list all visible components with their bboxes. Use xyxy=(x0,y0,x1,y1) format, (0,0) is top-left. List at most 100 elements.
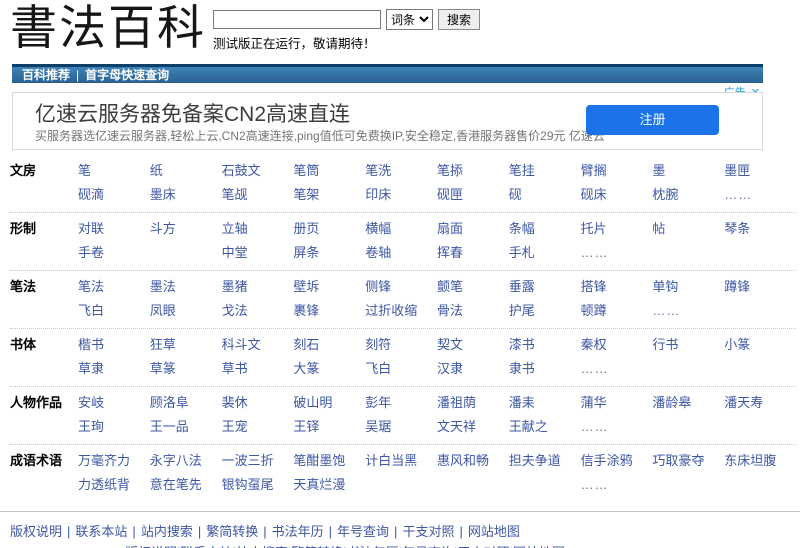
entry-link[interactable]: 草篆 xyxy=(150,361,222,376)
entry-link[interactable]: 护尾 xyxy=(509,303,581,318)
entry-link[interactable]: 万毫齐力 xyxy=(78,453,150,468)
entry-link[interactable]: 笔法 xyxy=(78,279,150,294)
footer-link-0[interactable]: 版权说明 xyxy=(10,524,62,539)
entry-link[interactable]: 飞白 xyxy=(365,361,437,376)
entry-link[interactable]: 惠风和畅 xyxy=(437,453,509,468)
entry-link[interactable]: 条幅 xyxy=(509,221,581,236)
entry-link[interactable]: 斗方 xyxy=(150,221,222,236)
entry-link[interactable]: 立轴 xyxy=(222,221,294,236)
entry-link[interactable]: 托片 xyxy=(581,221,653,236)
entry-link[interactable]: 巧取豪夺 xyxy=(652,453,724,468)
entry-link[interactable]: 砚滴 xyxy=(78,187,150,202)
entry-link[interactable]: 枕腕 xyxy=(652,187,724,202)
entry-link[interactable]: 刻石 xyxy=(293,337,365,352)
entry-link[interactable]: 屏条 xyxy=(293,245,365,260)
entry-link[interactable]: 银钩虿尾 xyxy=(222,477,294,492)
entry-link[interactable]: 印床 xyxy=(365,187,437,202)
entry-link[interactable]: 草书 xyxy=(222,361,294,376)
entry-link[interactable]: 裴休 xyxy=(222,395,294,410)
entry-link[interactable]: 王一品 xyxy=(150,419,222,434)
entry-link[interactable]: 横幅 xyxy=(365,221,437,236)
entry-link[interactable]: 笔架 xyxy=(293,187,365,202)
entry-link[interactable]: 裹锋 xyxy=(293,303,365,318)
entry-link[interactable]: 刻符 xyxy=(365,337,437,352)
entry-link[interactable]: 科斗文 xyxy=(222,337,294,352)
footer-link-4[interactable]: 书法年历 xyxy=(272,524,324,539)
entry-link[interactable]: 墨床 xyxy=(150,187,222,202)
entry-link[interactable]: 破山明 xyxy=(293,395,365,410)
entry-link[interactable]: 册页 xyxy=(293,221,365,236)
entry-link[interactable]: 飞白 xyxy=(78,303,150,318)
entry-link[interactable]: 琴条 xyxy=(724,221,796,236)
entry-link[interactable]: 墨猪 xyxy=(222,279,294,294)
entry-link[interactable]: 潘祖荫 xyxy=(437,395,509,410)
entry-link[interactable]: 大篆 xyxy=(293,361,365,376)
entry-link[interactable]: 砚 xyxy=(509,187,581,202)
entry-link[interactable]: 垂露 xyxy=(509,279,581,294)
entry-link[interactable]: 永字八法 xyxy=(150,453,222,468)
entry-link[interactable]: 手札 xyxy=(509,245,581,260)
entry-link[interactable]: 彭年 xyxy=(365,395,437,410)
entry-link[interactable]: 隶书 xyxy=(509,361,581,376)
entry-link[interactable]: 一波三折 xyxy=(222,453,294,468)
entry-link[interactable]: 帖 xyxy=(652,221,724,236)
entry-link[interactable]: 中堂 xyxy=(222,245,294,260)
entry-link[interactable]: 凤眼 xyxy=(150,303,222,318)
entry-link[interactable]: 草隶 xyxy=(78,361,150,376)
entry-link[interactable]: 天真烂漫 xyxy=(293,477,365,492)
entry-link[interactable]: 笔 xyxy=(78,163,150,178)
ad-register-button[interactable]: 注册 xyxy=(586,105,719,135)
footer-link-6[interactable]: 干支对照 xyxy=(402,524,454,539)
entry-link[interactable]: 搭锋 xyxy=(581,279,653,294)
entry-link[interactable]: 狂草 xyxy=(150,337,222,352)
entry-link[interactable]: 壁坼 xyxy=(293,279,365,294)
entry-link[interactable]: 墨 xyxy=(652,163,724,178)
entry-link[interactable]: 计白当黑 xyxy=(365,453,437,468)
entry-link[interactable]: 颤笔 xyxy=(437,279,509,294)
entry-link[interactable]: 纸 xyxy=(150,163,222,178)
footer-link-2[interactable]: 站内搜索 xyxy=(141,524,193,539)
entry-link[interactable]: 小篆 xyxy=(724,337,796,352)
entry-link[interactable]: 侧锋 xyxy=(365,279,437,294)
search-input[interactable] xyxy=(213,10,381,29)
entry-link[interactable]: 楷书 xyxy=(78,337,150,352)
footer-link-7[interactable]: 网站地图 xyxy=(468,524,520,539)
search-type-select[interactable]: 词条 xyxy=(386,9,433,30)
entry-link[interactable]: 扇面 xyxy=(437,221,509,236)
entry-link[interactable]: 顿蹲 xyxy=(581,303,653,318)
entry-link[interactable]: 王珣 xyxy=(78,419,150,434)
entry-link[interactable]: 信手涂鸦 xyxy=(581,453,653,468)
footer-link-5[interactable]: 年号查询 xyxy=(337,524,389,539)
entry-link[interactable]: 挥春 xyxy=(437,245,509,260)
entry-link[interactable]: 顾洛阜 xyxy=(150,395,222,410)
entry-link[interactable]: 笔洗 xyxy=(365,163,437,178)
entry-link[interactable]: 墨法 xyxy=(150,279,222,294)
entry-link[interactable]: 笔觇 xyxy=(222,187,294,202)
entry-link[interactable]: 手卷 xyxy=(78,245,150,260)
entry-link[interactable]: 砚匣 xyxy=(437,187,509,202)
entry-link[interactable]: 吴琚 xyxy=(365,419,437,434)
entry-link[interactable]: 过折收缩 xyxy=(365,303,437,318)
entry-link[interactable]: 臂搁 xyxy=(581,163,653,178)
entry-link[interactable]: 王宠 xyxy=(222,419,294,434)
entry-link[interactable]: 对联 xyxy=(78,221,150,236)
footer-link-3[interactable]: 繁简转换 xyxy=(206,524,258,539)
entry-link[interactable]: 担夫争道 xyxy=(509,453,581,468)
footer-link-1[interactable]: 联系本站 xyxy=(75,524,127,539)
entry-link[interactable]: 笔酣墨饱 xyxy=(293,453,365,468)
entry-link[interactable]: 潘龄皋 xyxy=(652,395,724,410)
entry-link[interactable]: 卷轴 xyxy=(365,245,437,260)
entry-link[interactable]: 潘天寿 xyxy=(724,395,796,410)
entry-link[interactable]: 汉隶 xyxy=(437,361,509,376)
nav-item-0[interactable]: 百科推荐 xyxy=(22,68,70,82)
entry-link[interactable]: 意在笔先 xyxy=(150,477,222,492)
entry-link[interactable]: 契文 xyxy=(437,337,509,352)
entry-link[interactable]: 骨法 xyxy=(437,303,509,318)
entry-link[interactable]: 墨匣 xyxy=(724,163,796,178)
entry-link[interactable]: 漆书 xyxy=(509,337,581,352)
entry-link[interactable]: 笔挂 xyxy=(509,163,581,178)
search-button[interactable]: 搜索 xyxy=(438,9,481,30)
ad-box[interactable]: 亿速云服务器免备案CN2高速直连 买服务器选亿速云服务器,轻松上云,CN2高速连… xyxy=(12,92,763,150)
entry-link[interactable]: 文天祥 xyxy=(437,419,509,434)
entry-link[interactable]: 行书 xyxy=(652,337,724,352)
